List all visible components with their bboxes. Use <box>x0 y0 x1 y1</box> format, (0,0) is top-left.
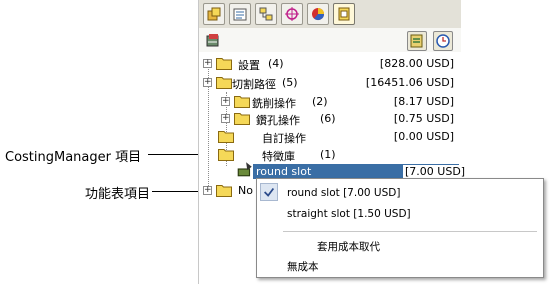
property-manager-icon <box>233 8 247 21</box>
tree-item-count: (5) <box>282 76 298 89</box>
folder-icon <box>216 58 232 70</box>
tree-item-label: 自訂操作 <box>262 132 306 145</box>
costing-options-icon <box>410 34 423 48</box>
callout-arrow-line <box>148 154 204 155</box>
folder-icon <box>216 77 232 89</box>
costing-template-icon[interactable] <box>205 32 221 48</box>
costing-manager-item-callout: CostingManager 項目 <box>5 150 142 165</box>
expand-toggle[interactable]: + <box>203 59 212 68</box>
display-manager-tab[interactable] <box>307 3 329 25</box>
clock-button[interactable] <box>433 31 453 51</box>
tree-item-cost: [0.00 USD] <box>393 130 454 143</box>
menu-item-round-slot[interactable]: round slot [7.00 USD] <box>287 187 400 199</box>
context-menu: round slot [7.00 USD] straight slot [1.5… <box>256 178 544 278</box>
tree-item-custom[interactable]: 自訂操作 [0.00 USD] <box>198 128 460 146</box>
tree-item-label: 設置 <box>238 59 260 72</box>
menu-item-apply-cost-override[interactable]: 套用成本取代 <box>317 239 380 254</box>
configuration-manager-tab[interactable] <box>255 3 277 25</box>
configuration-manager-icon <box>259 7 273 21</box>
tree-item-count: (2) <box>312 95 328 108</box>
expand-toggle[interactable]: + <box>221 97 230 106</box>
costing-toolbar <box>199 28 461 52</box>
expand-toggle[interactable]: + <box>203 186 212 195</box>
tree-item-drilling[interactable]: + 鑽孔操作 (6) [0.75 USD] <box>198 110 460 128</box>
menu-item-no-cost[interactable]: 無成本 <box>287 259 319 274</box>
expand-toggle[interactable]: + <box>221 114 230 123</box>
tree-item-count: (6) <box>320 112 336 125</box>
tree-item-count: (4) <box>268 57 284 70</box>
tree-item-label: 切割路徑 <box>232 78 276 91</box>
feature-icon <box>237 162 252 177</box>
tree-item-no-cost[interactable]: + No <box>198 182 258 200</box>
folder-icon <box>234 113 250 125</box>
folder-icon <box>234 96 250 108</box>
menu-checkmark <box>260 183 278 201</box>
tree-item-label: 特徵庫 <box>262 150 295 163</box>
selected-item-label: round slot <box>256 165 312 178</box>
tree-item-count: (1) <box>320 148 336 161</box>
menu-separator <box>283 231 537 232</box>
costing-manager-tab[interactable] <box>333 3 355 25</box>
folder-icon <box>218 131 234 143</box>
check-icon <box>264 187 275 197</box>
expand-toggle[interactable]: + <box>203 78 212 87</box>
feature-manager-icon <box>207 7 221 21</box>
dimxpert-icon <box>285 7 299 21</box>
menu-item-straight-slot[interactable]: straight slot [1.50 USD] <box>287 208 411 220</box>
tree-item-label: 鑽孔操作 <box>256 114 300 127</box>
tree-item-milling[interactable]: + 銑削操作 (2) [8.17 USD] <box>198 93 460 111</box>
tree-item-setup[interactable]: + 設置 (4) [828.00 USD] <box>198 55 460 73</box>
tree-item-cost: [0.75 USD] <box>393 112 454 125</box>
clock-icon <box>436 34 450 48</box>
tree-item-label: 銑削操作 <box>252 97 296 110</box>
selected-item-cost: [7.00 USD] <box>403 165 468 178</box>
property-manager-tab[interactable] <box>229 3 251 25</box>
dimxpert-tab[interactable] <box>281 3 303 25</box>
tree-item-label: No <box>238 184 253 197</box>
feature-item-callout: 功能表項目 <box>85 187 151 202</box>
folder-icon <box>218 149 234 161</box>
folder-icon <box>216 185 232 197</box>
tree-item-cost: [8.17 USD] <box>393 95 454 108</box>
costing-manager-icon <box>338 7 350 21</box>
manager-tab-bar <box>199 0 461 29</box>
display-manager-icon <box>312 8 325 21</box>
tree-item-cost: [828.00 USD] <box>379 57 454 70</box>
tree-item-cost: [16451.06 USD] <box>365 76 454 89</box>
costing-options-button[interactable] <box>407 31 427 51</box>
feature-manager-tab[interactable] <box>203 3 225 25</box>
tree-item-toolpath[interactable]: + 切割路徑 (5) [16451.06 USD] <box>198 74 460 92</box>
